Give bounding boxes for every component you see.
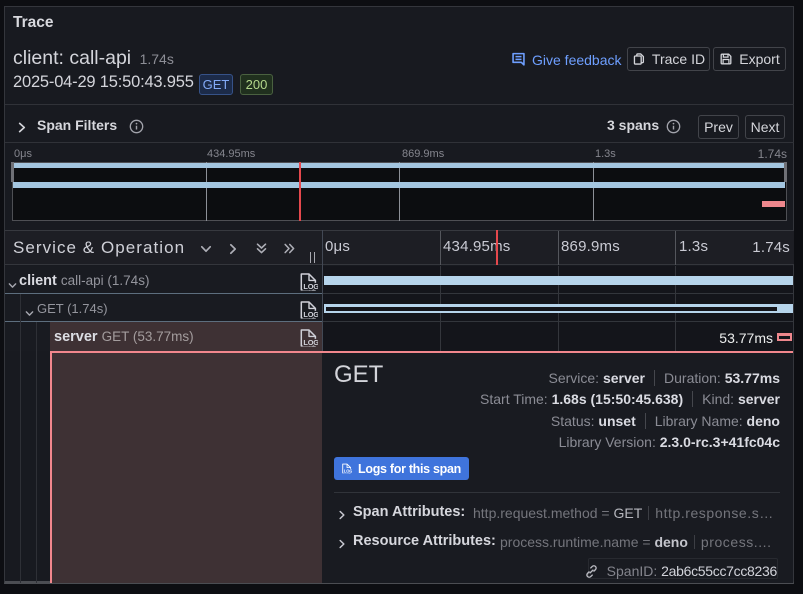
svg-text:LOG: LOG (303, 309, 318, 318)
svg-text:LOG: LOG (303, 337, 318, 346)
svg-text:LOG: LOG (303, 281, 318, 290)
svg-text:LOG: LOG (344, 468, 352, 473)
